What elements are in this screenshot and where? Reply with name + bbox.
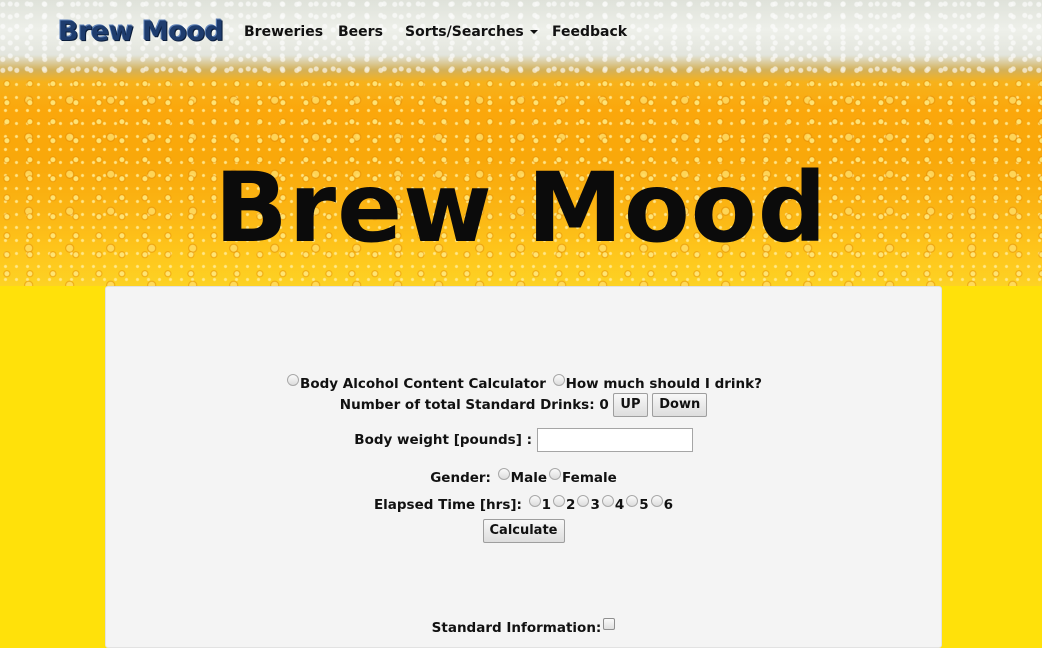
standard-info-label: Standard Information:: [431, 620, 602, 636]
drinks-up-button[interactable]: UP: [613, 393, 648, 417]
gender-radio-male[interactable]: [497, 468, 510, 480]
standard-info-checkbox[interactable]: [603, 618, 616, 630]
hero-title: Brew Mood: [214, 152, 828, 265]
elapsed-label-6: 6: [663, 497, 674, 513]
elapsed-time-row: Elapsed Time [hrs]: 123456: [106, 495, 941, 513]
drinks-row: Number of total Standard Drinks: 0 UP Do…: [106, 393, 941, 417]
elapsed-radio-3[interactable]: [577, 495, 590, 507]
drinks-down-button[interactable]: Down: [652, 393, 708, 417]
gender-label: Gender:: [430, 470, 491, 486]
calculate-row: Calculate: [106, 519, 941, 543]
gender-label-female: Female: [561, 470, 617, 486]
mode-radio-how-much[interactable]: [552, 374, 565, 386]
elapsed-label-2: 2: [566, 497, 576, 513]
gender-radio-female[interactable]: [548, 468, 561, 480]
drinks-label: Number of total Standard Drinks:: [339, 397, 595, 413]
mode-label-how-much: How much should I drink?: [565, 376, 762, 392]
drinks-count: 0: [599, 397, 609, 413]
elapsed-radio-6[interactable]: [650, 495, 663, 507]
weight-row: Body weight [pounds] :: [106, 428, 941, 452]
mode-label-bac: Body Alcohol Content Calculator: [300, 376, 546, 392]
nav-breweries[interactable]: Breweries: [244, 24, 323, 40]
bac-calculator-panel: Body Alcohol Content Calculator How much…: [105, 286, 942, 648]
nav-feedback[interactable]: Feedback: [552, 24, 627, 40]
mode-selector: Body Alcohol Content Calculator How much…: [106, 374, 941, 392]
gender-row: Gender: Male Female: [106, 468, 941, 486]
weight-label: Body weight [pounds] :: [354, 432, 532, 448]
elapsed-radio-1[interactable]: [528, 495, 541, 507]
elapsed-radio-4[interactable]: [601, 495, 614, 507]
weight-input[interactable]: [536, 428, 693, 452]
calculate-button[interactable]: Calculate: [482, 519, 565, 543]
gender-label-male: Male: [510, 470, 547, 486]
chevron-down-icon: [529, 30, 538, 34]
elapsed-label-3: 3: [590, 497, 600, 513]
mode-radio-bac[interactable]: [287, 374, 300, 386]
elapsed-label-5: 5: [639, 497, 649, 513]
top-navbar: Brew Mood Breweries Beers Sorts/Searches…: [0, 0, 1042, 66]
elapsed-time-label: Elapsed Time [hrs]:: [373, 497, 522, 513]
elapsed-label-1: 1: [541, 497, 552, 513]
brand-logo-link[interactable]: Brew Mood: [58, 16, 224, 47]
elapsed-label-4: 4: [614, 497, 625, 513]
nav-sorts-searches-dropdown[interactable]: Sorts/Searches: [405, 24, 538, 40]
elapsed-radio-5[interactable]: [626, 495, 639, 507]
nav-sorts-searches-label: Sorts/Searches: [405, 24, 524, 40]
nav-beers[interactable]: Beers: [338, 24, 383, 40]
standard-info-row: Standard Information:: [106, 618, 941, 636]
elapsed-radio-2[interactable]: [553, 495, 566, 507]
